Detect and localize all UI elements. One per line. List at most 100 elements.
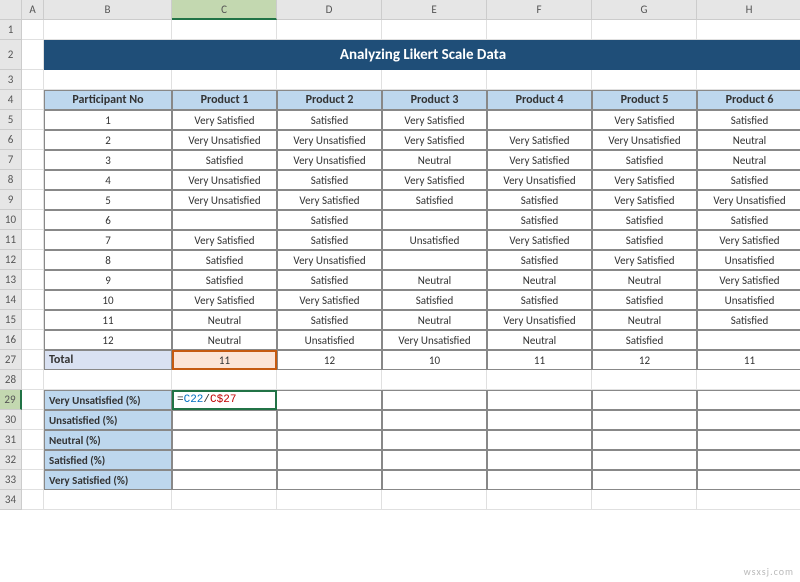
pct-cell-E29[interactable] xyxy=(382,390,487,410)
row-header-29[interactable]: 29 xyxy=(0,390,22,410)
cell-A14[interactable] xyxy=(22,290,44,310)
row-header-34[interactable]: 34 xyxy=(0,490,22,510)
cell-A9[interactable] xyxy=(22,190,44,210)
data-cell-r11-c5[interactable]: Satisfied xyxy=(592,330,697,350)
cell-A31[interactable] xyxy=(22,430,44,450)
pct-cell-G31[interactable] xyxy=(592,430,697,450)
data-cell-r3-c4[interactable]: Very Unsatisfied xyxy=(487,170,592,190)
data-cell-r6-c1[interactable]: Very Satisfied xyxy=(172,230,277,250)
data-cell-r6-c4[interactable]: Very Satisfied xyxy=(487,230,592,250)
data-cell-r0-c2[interactable]: Satisfied xyxy=(277,110,382,130)
cell-B1[interactable] xyxy=(44,20,172,40)
data-cell-r4-c2[interactable]: Very Satisfied xyxy=(277,190,382,210)
data-cell-r0-c3[interactable]: Very Satisfied xyxy=(382,110,487,130)
cell-A5[interactable] xyxy=(22,110,44,130)
cell-B34[interactable] xyxy=(44,490,172,510)
data-cell-r11-c4[interactable]: Neutral xyxy=(487,330,592,350)
total-D[interactable]: 12 xyxy=(277,350,382,370)
active-cell-formula[interactable]: =C22/C$27 xyxy=(172,390,277,410)
cell-A15[interactable] xyxy=(22,310,44,330)
cell-F1[interactable] xyxy=(487,20,592,40)
cell-G1[interactable] xyxy=(592,20,697,40)
column-header-E[interactable]: E xyxy=(382,0,487,20)
data-cell-r2-c2[interactable]: Very Unsatisfied xyxy=(277,150,382,170)
row-header-27[interactable]: 27 xyxy=(0,350,22,370)
data-cell-r10-c5[interactable]: Neutral xyxy=(592,310,697,330)
pct-cell-F32[interactable] xyxy=(487,450,592,470)
data-cell-r7-c1[interactable]: Satisfied xyxy=(172,250,277,270)
cell-A27[interactable] xyxy=(22,350,44,370)
pct-cell-C31[interactable] xyxy=(172,430,277,450)
cell-A28[interactable] xyxy=(22,370,44,390)
pct-cell-F31[interactable] xyxy=(487,430,592,450)
row-header-4[interactable]: 4 xyxy=(0,90,22,110)
data-cell-r2-c6[interactable]: Neutral xyxy=(697,150,800,170)
data-cell-r2-c4[interactable]: Very Satisfied xyxy=(487,150,592,170)
data-cell-r3-c2[interactable]: Satisfied xyxy=(277,170,382,190)
cell-A33[interactable] xyxy=(22,470,44,490)
row-header-7[interactable]: 7 xyxy=(0,150,22,170)
data-cell-r11-c0[interactable]: 12 xyxy=(44,330,172,350)
cell-A29[interactable] xyxy=(22,390,44,410)
cell-G3[interactable] xyxy=(592,70,697,90)
data-cell-r0-c5[interactable]: Very Satisfied xyxy=(592,110,697,130)
data-cell-r4-c5[interactable]: Very Satisfied xyxy=(592,190,697,210)
data-cell-r6-c6[interactable]: Very Satisfied xyxy=(697,230,800,250)
row-header-30[interactable]: 30 xyxy=(0,410,22,430)
row-header-13[interactable]: 13 xyxy=(0,270,22,290)
data-cell-r8-c0[interactable]: 9 xyxy=(44,270,172,290)
column-header-F[interactable]: F xyxy=(487,0,592,20)
cell-A12[interactable] xyxy=(22,250,44,270)
pct-cell-D31[interactable] xyxy=(277,430,382,450)
cell-D1[interactable] xyxy=(277,20,382,40)
data-cell-r8-c5[interactable]: Neutral xyxy=(592,270,697,290)
pct-cell-C33[interactable] xyxy=(172,470,277,490)
pct-cell-G33[interactable] xyxy=(592,470,697,490)
data-cell-r9-c4[interactable]: Satisfied xyxy=(487,290,592,310)
data-cell-r7-c0[interactable]: 8 xyxy=(44,250,172,270)
cell-G34[interactable] xyxy=(592,490,697,510)
data-cell-r3-c3[interactable]: Very Satisfied xyxy=(382,170,487,190)
data-cell-r4-c0[interactable]: 5 xyxy=(44,190,172,210)
column-header-C[interactable]: C xyxy=(172,0,277,20)
pct-cell-H29[interactable] xyxy=(697,390,800,410)
data-cell-r11-c2[interactable]: Unsatisfied xyxy=(277,330,382,350)
data-cell-r9-c6[interactable]: Unsatisfied xyxy=(697,290,800,310)
data-cell-r1-c5[interactable]: Very Unsatisfied xyxy=(592,130,697,150)
data-cell-r2-c0[interactable]: 3 xyxy=(44,150,172,170)
data-cell-r10-c3[interactable]: Neutral xyxy=(382,310,487,330)
row-header-5[interactable]: 5 xyxy=(0,110,22,130)
pct-cell-G32[interactable] xyxy=(592,450,697,470)
cell-H3[interactable] xyxy=(697,70,800,90)
data-cell-r5-c3[interactable] xyxy=(382,210,487,230)
data-cell-r8-c2[interactable]: Satisfied xyxy=(277,270,382,290)
data-cell-r6-c2[interactable]: Satisfied xyxy=(277,230,382,250)
row-header-9[interactable]: 9 xyxy=(0,190,22,210)
pct-cell-H30[interactable] xyxy=(697,410,800,430)
data-cell-r8-c3[interactable]: Neutral xyxy=(382,270,487,290)
row-header-6[interactable]: 6 xyxy=(0,130,22,150)
cell-C3[interactable] xyxy=(172,70,277,90)
data-cell-r11-c6[interactable] xyxy=(697,330,800,350)
data-cell-r2-c1[interactable]: Satisfied xyxy=(172,150,277,170)
data-cell-r5-c4[interactable]: Satisfied xyxy=(487,210,592,230)
data-cell-r4-c1[interactable]: Very Unsatisfied xyxy=(172,190,277,210)
pct-cell-D32[interactable] xyxy=(277,450,382,470)
data-cell-r7-c6[interactable]: Unsatisfied xyxy=(697,250,800,270)
data-cell-r1-c2[interactable]: Very Unsatisfied xyxy=(277,130,382,150)
data-cell-r5-c6[interactable]: Satisfied xyxy=(697,210,800,230)
pct-cell-H32[interactable] xyxy=(697,450,800,470)
cell-A34[interactable] xyxy=(22,490,44,510)
total-C[interactable]: 11 xyxy=(172,350,277,370)
pct-cell-E30[interactable] xyxy=(382,410,487,430)
pct-cell-F29[interactable] xyxy=(487,390,592,410)
data-cell-r1-c4[interactable]: Very Satisfied xyxy=(487,130,592,150)
cell-G28[interactable] xyxy=(592,370,697,390)
cell-E1[interactable] xyxy=(382,20,487,40)
cell-A32[interactable] xyxy=(22,450,44,470)
row-header-15[interactable]: 15 xyxy=(0,310,22,330)
cell-E34[interactable] xyxy=(382,490,487,510)
pct-cell-D29[interactable] xyxy=(277,390,382,410)
cell-C34[interactable] xyxy=(172,490,277,510)
data-cell-r7-c2[interactable]: Very Unsatisfied xyxy=(277,250,382,270)
